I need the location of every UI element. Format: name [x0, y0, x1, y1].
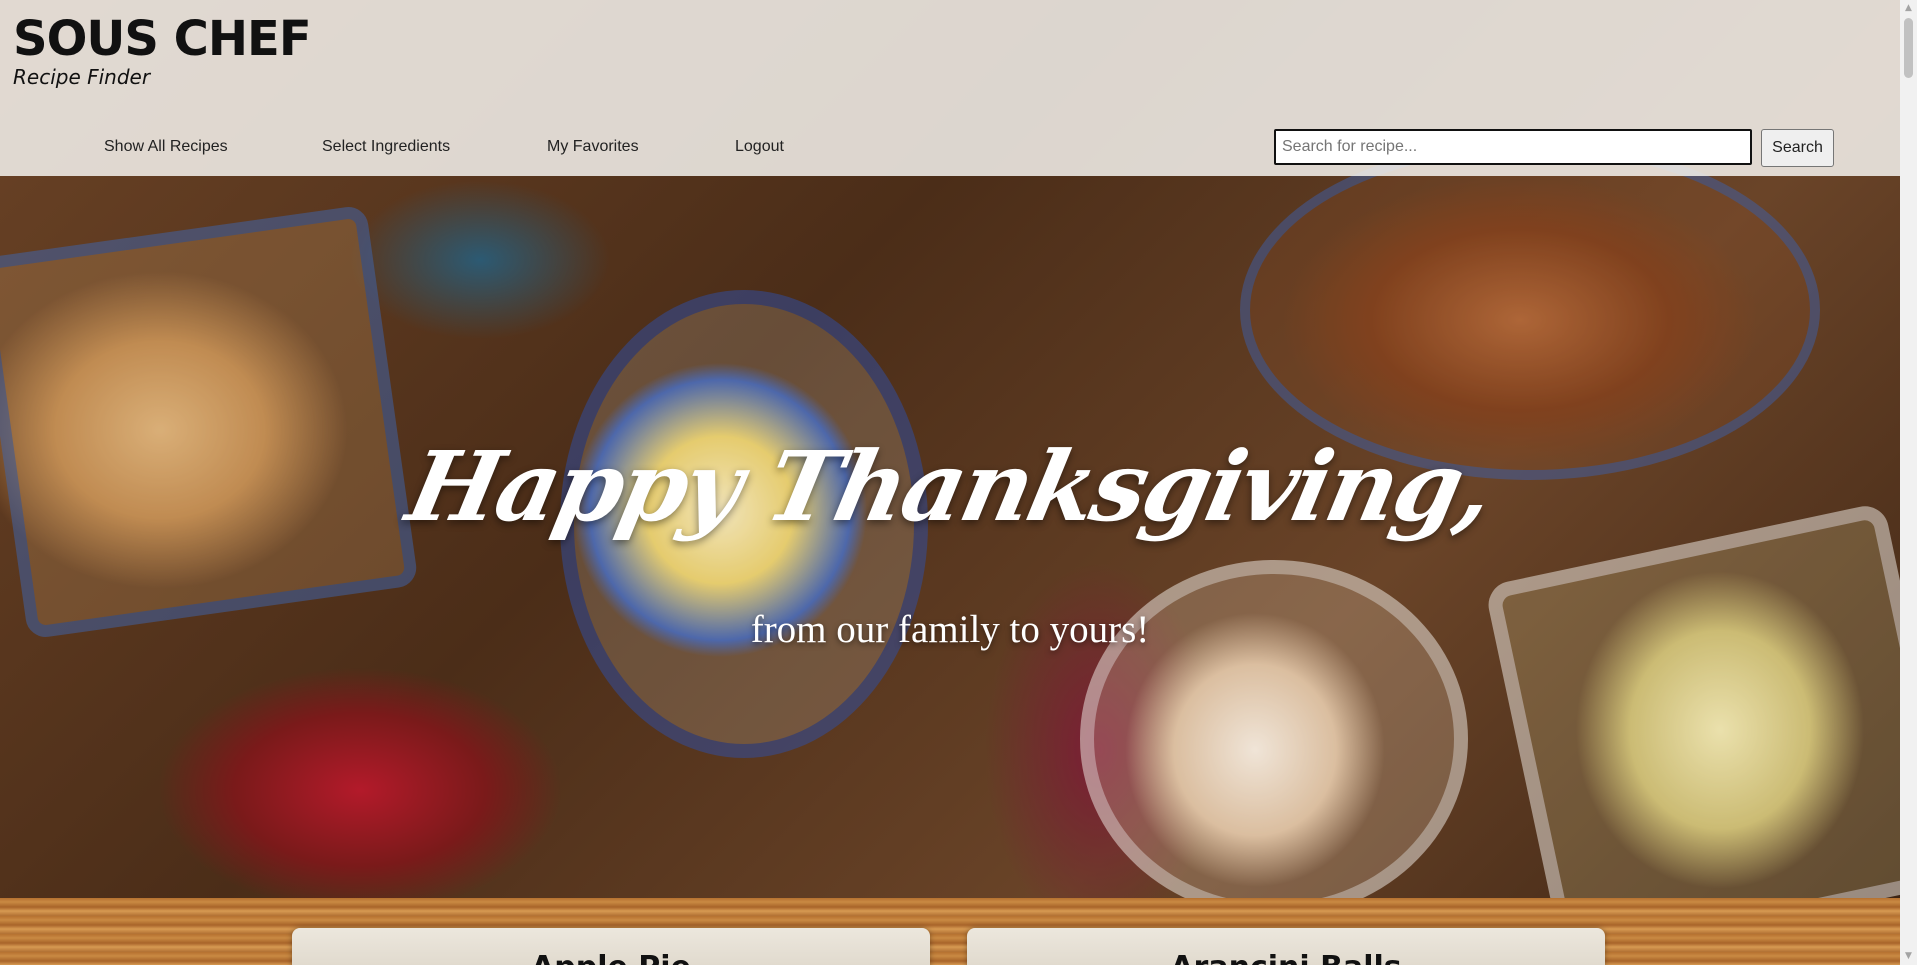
hero-subtitle: from our family to yours!: [750, 608, 1150, 651]
scroll-down-arrow-icon[interactable]: ▼: [1900, 948, 1917, 965]
recipe-card[interactable]: Apple Pie: [292, 928, 930, 965]
search-input[interactable]: [1274, 129, 1752, 165]
site-header: SOUS CHEF Recipe Finder Show All Recipes…: [0, 0, 1900, 176]
recipe-card[interactable]: Arancini Balls: [967, 928, 1605, 965]
scrollbar-thumb[interactable]: [1904, 18, 1913, 78]
scroll-up-arrow-icon[interactable]: ▲: [1900, 0, 1917, 17]
page-scrollbar[interactable]: ▲ ▼: [1900, 0, 1917, 965]
page: Happy Thanksgiving, from our family to y…: [0, 0, 1917, 965]
recipe-card-title: Apple Pie: [292, 950, 930, 965]
recipe-list-section: [0, 898, 1900, 965]
nav-select-ingredients[interactable]: Select Ingredients: [322, 138, 450, 156]
recipe-card-title: Arancini Balls: [967, 950, 1605, 965]
turkey-platter-image: [1240, 140, 1820, 480]
search-button[interactable]: Search: [1761, 129, 1834, 167]
nav-show-all-recipes[interactable]: Show All Recipes: [104, 138, 228, 156]
hero-title: Happy Thanksgiving,: [398, 430, 1502, 543]
brand: SOUS CHEF Recipe Finder: [13, 8, 312, 88]
brand-name[interactable]: SOUS CHEF: [13, 8, 312, 70]
nav-my-favorites[interactable]: My Favorites: [547, 138, 639, 156]
casserole-image: [1484, 501, 1917, 965]
nav-logout[interactable]: Logout: [735, 138, 784, 156]
bread-rolls-image: [0, 204, 419, 640]
